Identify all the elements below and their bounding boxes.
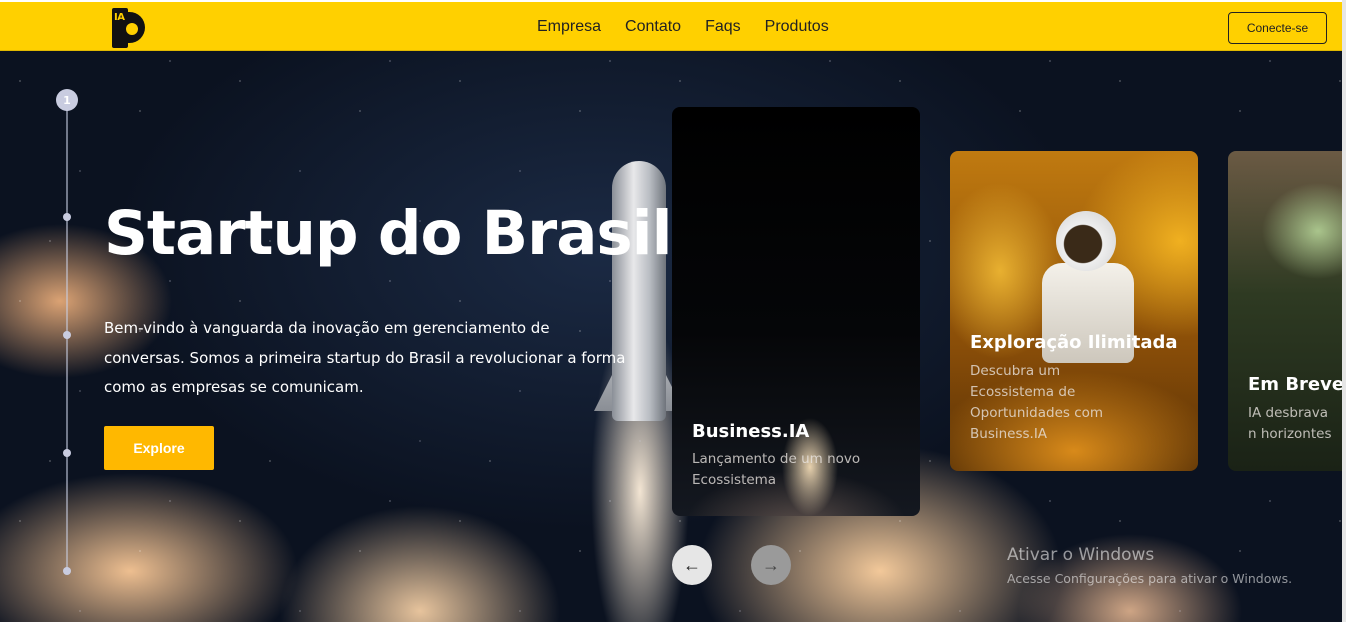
logo-hole xyxy=(126,23,138,35)
top-navbar: IA Empresa Contato Faqs Produtos Conecte… xyxy=(0,2,1342,51)
hero-paragraph: Bem-vindo à vanguarda da inovação em ger… xyxy=(104,319,626,396)
logo-text: IA xyxy=(114,12,125,23)
carousel-card-business-ia[interactable]: Business.IA Lançamento de um novo Ecossi… xyxy=(672,107,920,516)
page-scrollbar[interactable] xyxy=(1342,0,1346,622)
card-title: Exploração Ilimitada xyxy=(970,332,1178,353)
card-subtitle: Descubra um Ecossistema de Oportunidades… xyxy=(970,363,1104,442)
carousel-card-exploracao[interactable]: Exploração Ilimitada Descubra um Ecossis… xyxy=(950,151,1198,471)
progress-step-dot[interactable] xyxy=(63,567,71,575)
hero-section: 1 Startup do Brasil Bem-vindo à vanguard… xyxy=(0,51,1342,622)
astronaut-helmet-graphic xyxy=(1056,211,1116,271)
connect-button[interactable]: Conecte-se xyxy=(1228,12,1327,44)
watermark-subtitle: Acesse Configurações para ativar o Windo… xyxy=(1007,571,1293,586)
explore-button[interactable]: Explore xyxy=(104,426,214,470)
hero-title: Startup do Brasil xyxy=(104,198,673,269)
card-title: Em Breve xyxy=(1248,374,1342,395)
arrow-left-icon: ← xyxy=(683,554,701,575)
card-subtitle: Lançamento de um novo Ecossistema xyxy=(692,451,861,488)
nav-link-empresa[interactable]: Empresa xyxy=(537,18,601,36)
arrow-right-icon: → xyxy=(762,554,780,575)
carousel-next-button[interactable]: → xyxy=(751,545,791,585)
nav-link-contato[interactable]: Contato xyxy=(625,18,681,36)
progress-step-dot[interactable] xyxy=(63,449,71,457)
windows-activation-watermark: Ativar o Windows Acesse Configurações pa… xyxy=(1007,545,1292,586)
progress-step-dot[interactable] xyxy=(63,331,71,339)
brand-logo[interactable]: IA xyxy=(106,5,148,48)
watermark-title: Ativar o Windows xyxy=(1007,545,1155,565)
card-title: Business.IA xyxy=(692,421,810,442)
progress-step-dot[interactable] xyxy=(63,213,71,221)
progress-step-active[interactable]: 1 xyxy=(56,89,78,111)
carousel-prev-button[interactable]: ← xyxy=(672,545,712,585)
main-nav: Empresa Contato Faqs Produtos xyxy=(537,18,829,36)
nav-link-faqs[interactable]: Faqs xyxy=(705,18,741,36)
carousel-card-em-breve[interactable]: Em Breve IA desbrava n horizontes xyxy=(1228,151,1342,471)
card-subtitle: IA desbrava n horizontes xyxy=(1248,405,1332,442)
nav-link-produtos[interactable]: Produtos xyxy=(765,18,829,36)
